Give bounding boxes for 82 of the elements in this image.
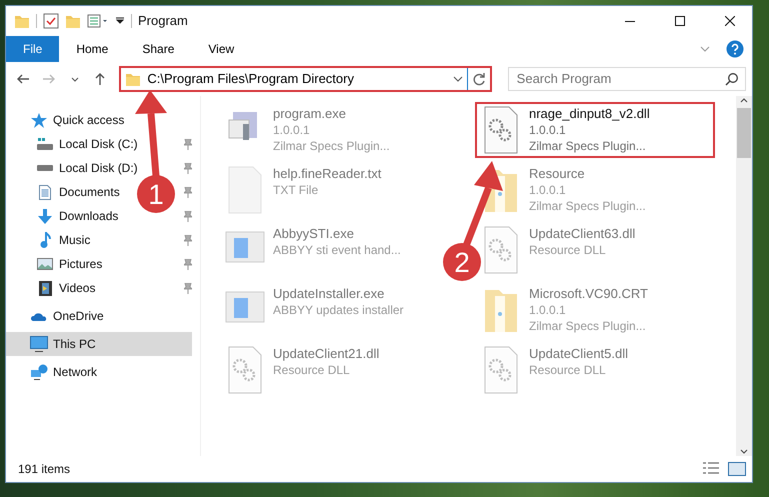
ribbon-tab[interactable]: View — [191, 36, 252, 62]
chevron-down-icon[interactable] — [452, 76, 463, 82]
search-bar[interactable]: Search Program — [508, 67, 746, 91]
file-detail: ABBYY updates installer — [273, 302, 404, 318]
file-detail: 1.0.0.1 — [529, 122, 567, 138]
properties-icon[interactable] — [87, 14, 109, 28]
file-detail: Resource DLL — [529, 362, 607, 378]
file-name[interactable]: UpdateClient21.dll — [273, 346, 380, 362]
scrollbar[interactable] — [736, 96, 752, 456]
caret-icon[interactable] — [70, 76, 79, 82]
file-detail: 1.0.0.1 — [273, 122, 311, 138]
item-count: 191 items — [18, 461, 70, 478]
minimize-icon[interactable] — [625, 20, 635, 22]
callout-number: 2 — [454, 247, 470, 278]
scroll-thumb[interactable] — [737, 108, 751, 158]
monitor-icon — [30, 336, 48, 352]
nav-item[interactable]: Pictures — [6, 252, 102, 276]
file-name[interactable]: nrage_dinput8_v2.dll — [529, 106, 650, 122]
music-note-icon — [40, 232, 50, 248]
nav-item[interactable]: Network — [6, 360, 98, 384]
star-icon — [31, 112, 47, 128]
nav-item[interactable]: OneDrive — [6, 304, 104, 328]
picture-icon — [37, 258, 53, 270]
checklist-icon[interactable] — [43, 13, 59, 29]
ribbon-tab[interactable]: File — [6, 36, 60, 62]
callout-number: 1 — [148, 179, 164, 210]
folder-icon — [125, 72, 142, 86]
nav-item[interactable]: Documents — [6, 180, 120, 204]
maximize-icon[interactable] — [675, 16, 685, 26]
file-name[interactable]: UpdateInstaller.exe — [273, 286, 404, 302]
pin-icon[interactable] — [184, 210, 192, 222]
film-icon — [38, 280, 52, 296]
address-bar[interactable]: C:\Program Files\Program Directory — [119, 66, 492, 92]
up-arrow-icon[interactable] — [95, 73, 106, 85]
file-name[interactable]: AbbyySTI.exe — [273, 226, 401, 242]
file-detail: Resource DLL — [273, 362, 351, 378]
drive-icon — [37, 165, 53, 171]
file-name[interactable]: UpdateClient5.dll — [529, 346, 628, 362]
file-detail: 1.0.0.1 — [529, 182, 567, 198]
details-view-icon[interactable] — [702, 462, 720, 474]
nav-item[interactable]: This PC — [6, 332, 192, 356]
file-detail: Zilmar Specs Plugin... — [529, 318, 647, 334]
pin-icon[interactable] — [184, 138, 192, 150]
cloud-icon — [31, 312, 47, 320]
download-arrow-icon — [38, 208, 52, 224]
nav-item[interactable]: Music — [6, 228, 90, 252]
ribbon-tab[interactable]: Home — [59, 36, 126, 62]
file-detail: 1.0.0.1 — [529, 302, 567, 318]
file-detail: Resource DLL — [529, 242, 607, 258]
document-icon — [39, 184, 51, 200]
file-name[interactable]: Microsoft.VC90.CRT — [529, 286, 648, 302]
ribbon-tab[interactable]: Share — [125, 36, 192, 62]
pin-icon[interactable] — [184, 282, 192, 294]
file-detail: Zilmar Specs Plugin... — [529, 198, 646, 214]
nav-item[interactable]: Videos — [6, 276, 96, 300]
dropdown-icon[interactable] — [115, 17, 125, 25]
help-icon[interactable] — [726, 40, 744, 58]
file-name[interactable]: UpdateClient63.dll — [529, 226, 636, 242]
file-detail: TXT File — [273, 182, 320, 198]
close-icon[interactable] — [725, 16, 735, 26]
back-arrow-icon[interactable] — [16, 74, 29, 84]
network-icon — [30, 364, 48, 380]
file-detail: Zilmar Specs Plugin... — [273, 138, 390, 154]
pin-icon[interactable] — [184, 162, 192, 174]
window-title: Program — [138, 12, 188, 30]
file-detail: Zilmar Specs Plugin... — [529, 138, 647, 154]
file-name[interactable]: help.fineReader.txt — [273, 166, 382, 182]
drive-icon — [37, 138, 53, 150]
nav-item[interactable]: Local Disk (D:) — [6, 156, 138, 180]
pin-icon[interactable] — [184, 234, 192, 246]
file-detail: ABBYY sti event hand... — [273, 242, 401, 258]
forward-arrow-icon[interactable] — [42, 74, 55, 84]
refresh-icon[interactable] — [472, 72, 486, 86]
pin-icon[interactable] — [184, 186, 192, 198]
search-icon — [725, 72, 740, 86]
nav-item[interactable]: Quick access — [6, 108, 124, 132]
file-name[interactable]: Resource — [529, 166, 646, 182]
file-name[interactable]: program.exe — [273, 106, 390, 122]
nav-item[interactable]: Downloads — [6, 204, 118, 228]
large-icons-view-icon[interactable] — [728, 462, 746, 476]
pin-icon[interactable] — [184, 258, 192, 270]
nav-item[interactable]: Local Disk (C:) — [6, 132, 138, 156]
